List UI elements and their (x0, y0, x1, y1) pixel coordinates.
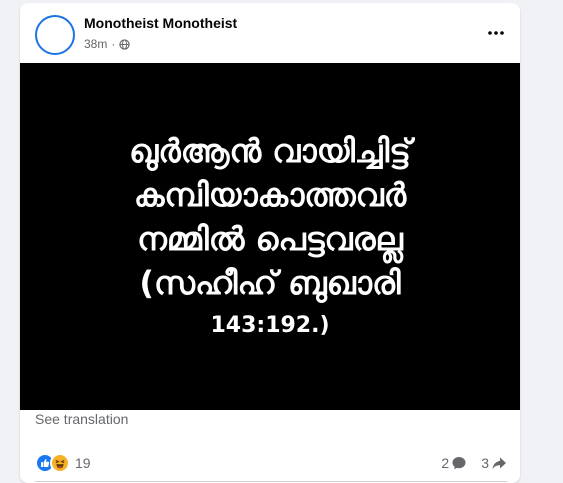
image-text-line: (സഹീഹ് ബുഖാരി (139, 263, 401, 302)
more-options-icon (488, 22, 504, 40)
reaction-summary[interactable]: 19 (35, 453, 91, 473)
post-image[interactable]: ഖുർആൻ വായിച്ചിട്ട് കമ്പിയാകാത്തവർ നമ്മിൽ… (20, 63, 520, 410)
comment-icon (449, 455, 467, 471)
globe-icon[interactable] (119, 38, 131, 50)
meta-separator: · (111, 37, 116, 51)
actions-divider (35, 481, 507, 482)
engagement-stats: 2 3 (441, 455, 507, 471)
post-timestamp[interactable]: 38m (84, 37, 107, 51)
image-text-line: നമ്മിൽ പെട്ടവരല്ല (137, 219, 403, 258)
comments-count: 2 (441, 455, 450, 471)
share-icon (489, 455, 507, 471)
post-meta: 38m · (84, 37, 131, 51)
reaction-count: 19 (75, 455, 91, 471)
author-avatar[interactable] (35, 15, 75, 55)
reactions-bar: 19 2 3 (35, 451, 507, 475)
image-text-line: 143:192.) (210, 312, 330, 338)
post-card: Monotheist Monotheist 38m · ഖുർആൻ വായിച്… (20, 3, 520, 483)
haha-icon (50, 453, 70, 473)
post-header: Monotheist Monotheist 38m · (20, 3, 520, 61)
image-text-line: കമ്പിയാകാത്തവർ (133, 175, 407, 214)
author-name[interactable]: Monotheist Monotheist (84, 15, 237, 31)
shares-stat[interactable]: 3 (481, 455, 507, 471)
image-text-line: ഖുർആൻ വായിച്ചിട്ട് (129, 131, 411, 170)
see-translation-link[interactable]: See translation (35, 411, 128, 427)
comments-stat[interactable]: 2 (441, 455, 467, 471)
shares-count: 3 (481, 455, 489, 471)
more-options-button[interactable] (484, 21, 508, 41)
